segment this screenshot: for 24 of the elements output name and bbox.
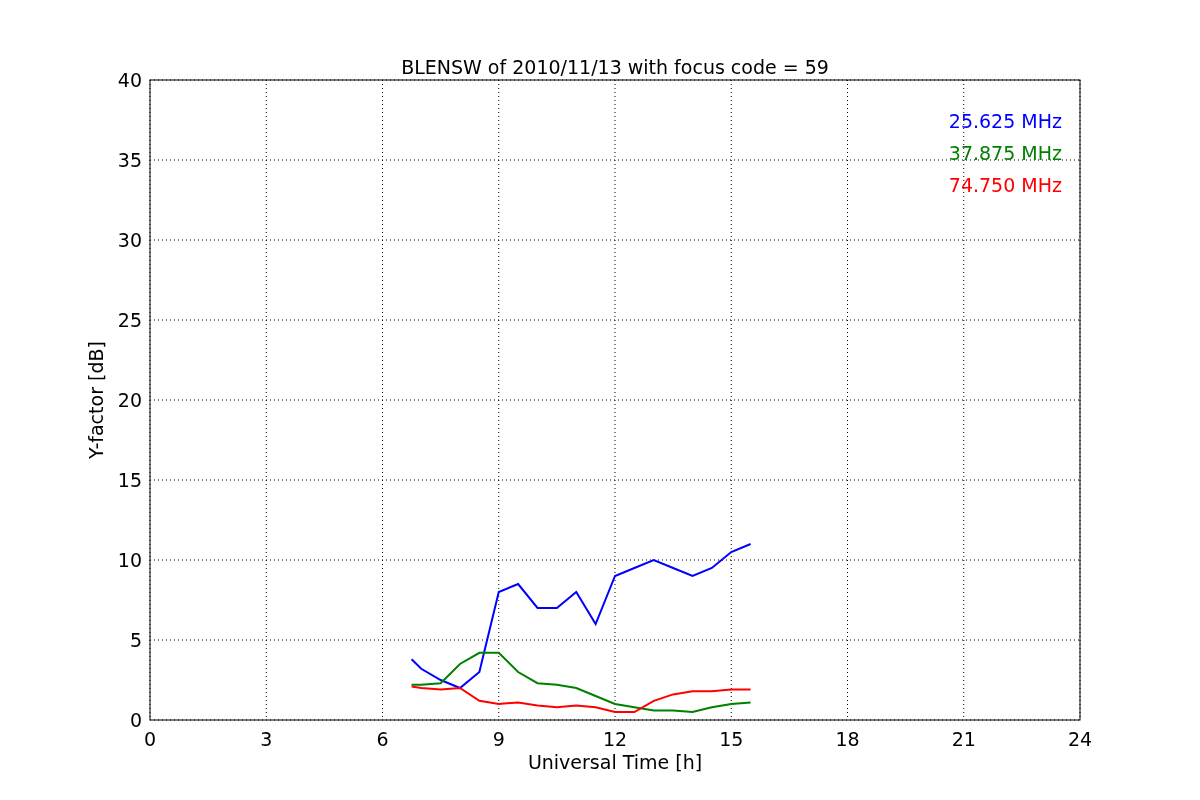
x-tick-label: 15 [719,728,744,750]
y-tick-label: 30 [117,229,142,251]
y-tick-label: 5 [129,629,142,651]
legend-label: 37.875 MHz [948,142,1062,164]
x-axis-label: Universal Time [h] [527,751,703,773]
y-tick-label: 40 [117,69,142,91]
x-tick-label: 9 [492,728,505,750]
legend-label: 74.750 MHz [948,174,1062,196]
y-tick-label: 10 [117,549,142,571]
x-tick-label: 0 [143,728,157,750]
x-tick-label: 12 [602,728,628,750]
x-tick-label: 21 [951,728,976,750]
y-tick-label: 15 [117,469,142,491]
legend-label: 25.625 MHz [948,110,1062,132]
y-tick-label: 20 [117,389,142,411]
y-tick-label: 25 [117,309,142,331]
y-tick-label: 35 [117,149,142,171]
x-tick-label: 3 [260,728,273,750]
x-tick-label: 18 [835,728,860,750]
y-tick-label: 0 [129,709,142,731]
y-axis-label: Y-factor [dB] [85,341,107,459]
x-tick-label: 6 [376,728,389,750]
x-tick-label: 24 [1067,728,1093,750]
chart-title: BLENSW of 2010/11/13 with focus code = 59 [401,56,829,78]
